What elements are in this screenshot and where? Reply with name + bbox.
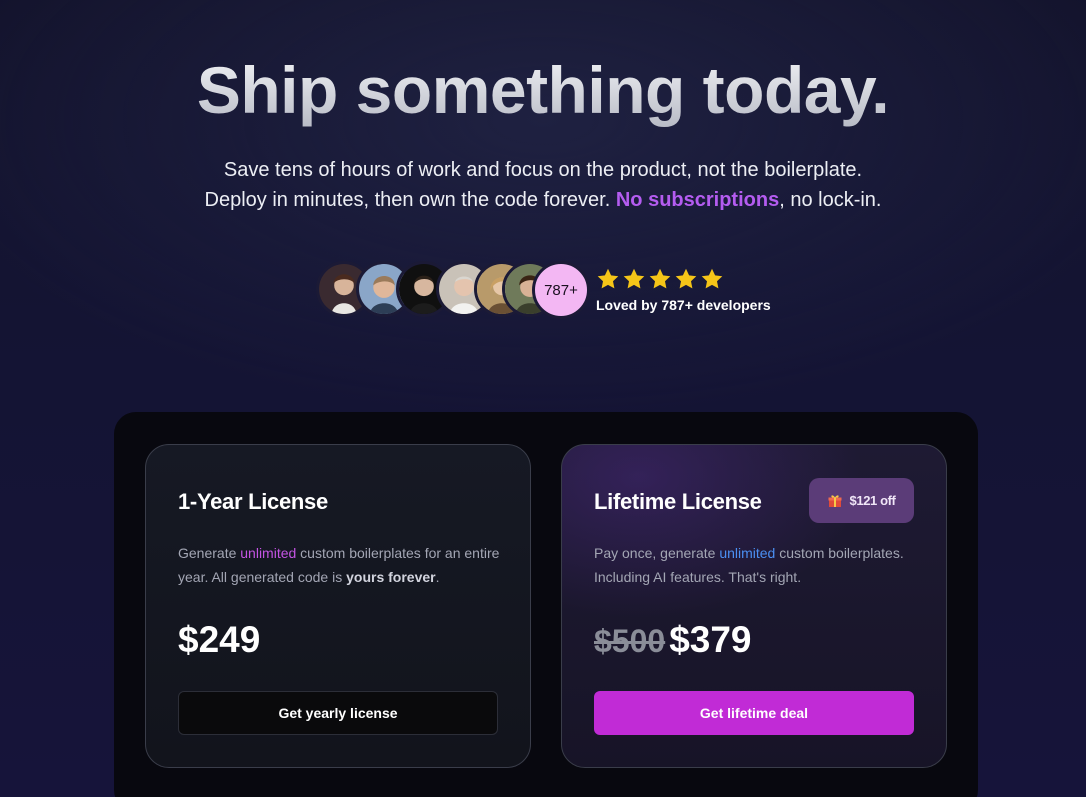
price-row: $500 $379 [594, 619, 752, 661]
hero-subtitle-line-1: Save tens of hours of work and focus on … [223, 159, 863, 181]
yours-forever-bold: yours forever [346, 569, 436, 585]
original-price: $500 [594, 623, 666, 659]
star-icon [597, 268, 619, 289]
plan-title: 1-Year License [178, 489, 328, 514]
unlimited-highlight: unlimited [240, 545, 297, 561]
social-proof: 787+ Loved by 787+ developers [316, 261, 771, 319]
gift-icon [828, 494, 842, 507]
user-count-badge: 787+ [532, 261, 590, 319]
loved-by-text: Loved by 787+ developers [596, 297, 771, 313]
plan-price: $379 [669, 619, 752, 660]
plan-description: Generate unlimited custom boilerplates f… [178, 541, 508, 589]
get-yearly-license-button[interactable]: Get yearly license [178, 691, 498, 735]
star-icon [675, 268, 697, 289]
hero-subtitle: Save tens of hours of work and focus on … [0, 155, 1086, 215]
plan-title: Lifetime License [594, 489, 762, 514]
price-row: $249 [178, 619, 260, 661]
plan-price: $249 [178, 619, 261, 660]
hero-title: Ship something today. [0, 52, 1086, 128]
get-lifetime-deal-button[interactable]: Get lifetime deal [594, 691, 914, 735]
plan-card-lifetime: Lifetime License $121 off Pay once, gene… [561, 444, 947, 768]
star-rating [596, 265, 771, 293]
no-subscriptions-highlight: No subscriptions [615, 189, 780, 211]
subtitle-text-end: , no lock-in. [779, 189, 882, 211]
star-icon [701, 268, 723, 289]
discount-badge: $121 off [809, 478, 914, 523]
plan-card-yearly: 1-Year License Generate unlimited custom… [145, 444, 531, 768]
rating: Loved by 787+ developers [596, 265, 771, 313]
avatar-stack: 787+ [316, 261, 590, 319]
star-icon [649, 268, 671, 289]
discount-text: $121 off [849, 493, 896, 508]
desc-text: Generate [178, 545, 241, 561]
hero-subtitle-line-2: Deploy in minutes, then own the code for… [0, 185, 1086, 215]
star-icon [623, 268, 645, 289]
subtitle-text: Deploy in minutes, then own the code for… [204, 189, 616, 211]
desc-text: Pay once, generate [594, 545, 720, 561]
unlimited-highlight: unlimited [719, 545, 776, 561]
pricing-section: 1-Year License Generate unlimited custom… [114, 412, 978, 797]
desc-text-end: . [435, 569, 440, 585]
plan-description: Pay once, generate unlimited custom boil… [594, 541, 924, 589]
